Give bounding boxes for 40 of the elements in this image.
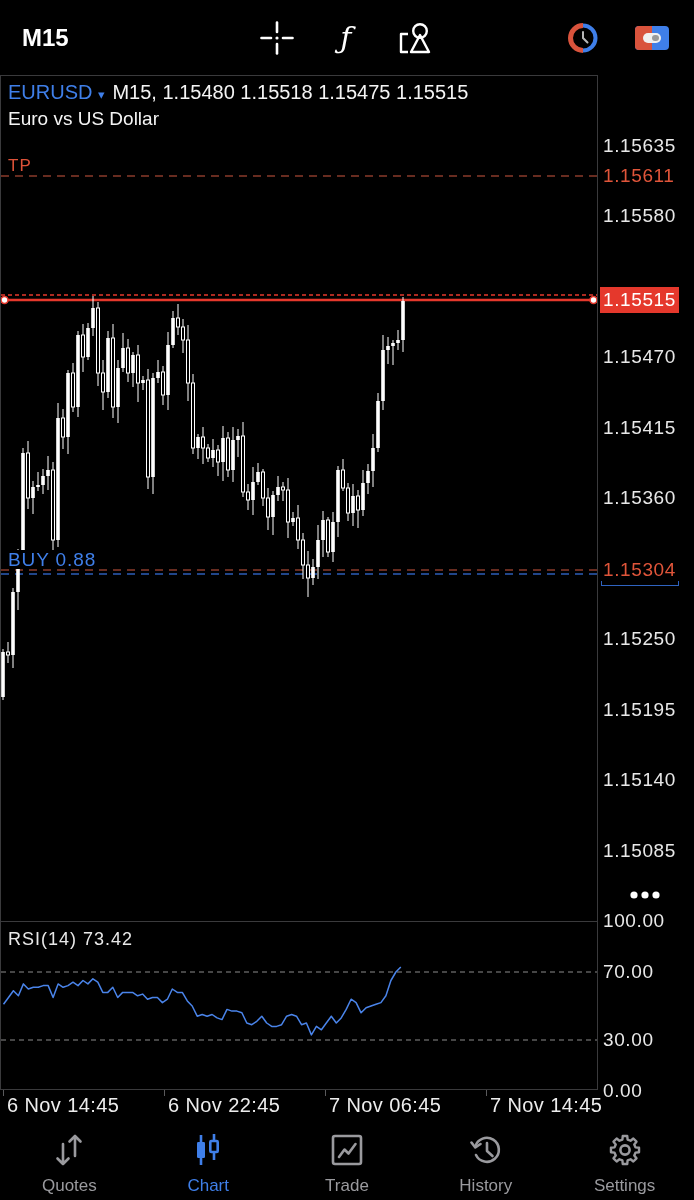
price-label: 1.15085 — [603, 839, 676, 862]
nav-tab[interactable]: Trade — [277, 1120, 417, 1200]
history-icon — [469, 1134, 502, 1166]
nav-tab[interactable]: Chart — [138, 1120, 278, 1200]
function-button[interactable]: ƒ — [333, 20, 358, 55]
time-label: 7 Nov 06:45 — [329, 1094, 442, 1116]
price-label: 1.15195 — [603, 698, 676, 721]
take-profit-label: TP — [8, 155, 32, 177]
time-label: 7 Nov 14:45 — [490, 1094, 603, 1116]
nav-tab[interactable]: History — [416, 1120, 556, 1200]
current-price-label: 1.15515 — [600, 287, 679, 313]
take-profit-price: 1.15611 — [603, 165, 675, 187]
symbol-selector[interactable]: EURUSD ▾ — [8, 80, 106, 107]
more-icon[interactable] — [630, 891, 660, 899]
price-label: 1.15415 — [603, 416, 676, 439]
price-label: 1.15580 — [603, 205, 676, 227]
nav-tab[interactable]: Quotes — [0, 1120, 139, 1200]
shapes-icon[interactable] — [397, 21, 432, 54]
position-price: 1.15304 — [603, 559, 676, 581]
line-chart-icon — [331, 1134, 363, 1166]
time-label: 6 Nov 22:45 — [168, 1094, 281, 1116]
price-label: 1.15140 — [603, 769, 676, 791]
crosshair-icon[interactable] — [259, 20, 294, 55]
indicator-scale-label: 0.00 — [603, 1080, 643, 1102]
timer-icon[interactable] — [567, 22, 598, 53]
price-label: 1.15360 — [603, 487, 676, 509]
price-label: 1.15470 — [603, 346, 676, 368]
indicator-scale-label: 30.00 — [603, 1029, 654, 1051]
indicator-scale-label: 100.00 — [603, 910, 665, 932]
price-label: 1.15250 — [603, 628, 676, 650]
indicator-title: RSI(14) 73.42 — [8, 928, 134, 950]
indicator-scale-label: 70.00 — [603, 961, 654, 983]
symbol-description: Euro vs US Dollar — [8, 107, 159, 131]
quote-values: M15, 1.15480 1.15518 1.15475 1.15515 — [112, 80, 469, 104]
time-label: 6 Nov 14:45 — [7, 1094, 120, 1116]
switch-icon[interactable] — [633, 24, 670, 51]
timeframe-label[interactable]: M15 — [22, 23, 69, 52]
settings-icon — [608, 1134, 641, 1166]
price-label: 1.15635 — [603, 134, 676, 157]
nav-tab[interactable]: Settings — [555, 1120, 694, 1200]
